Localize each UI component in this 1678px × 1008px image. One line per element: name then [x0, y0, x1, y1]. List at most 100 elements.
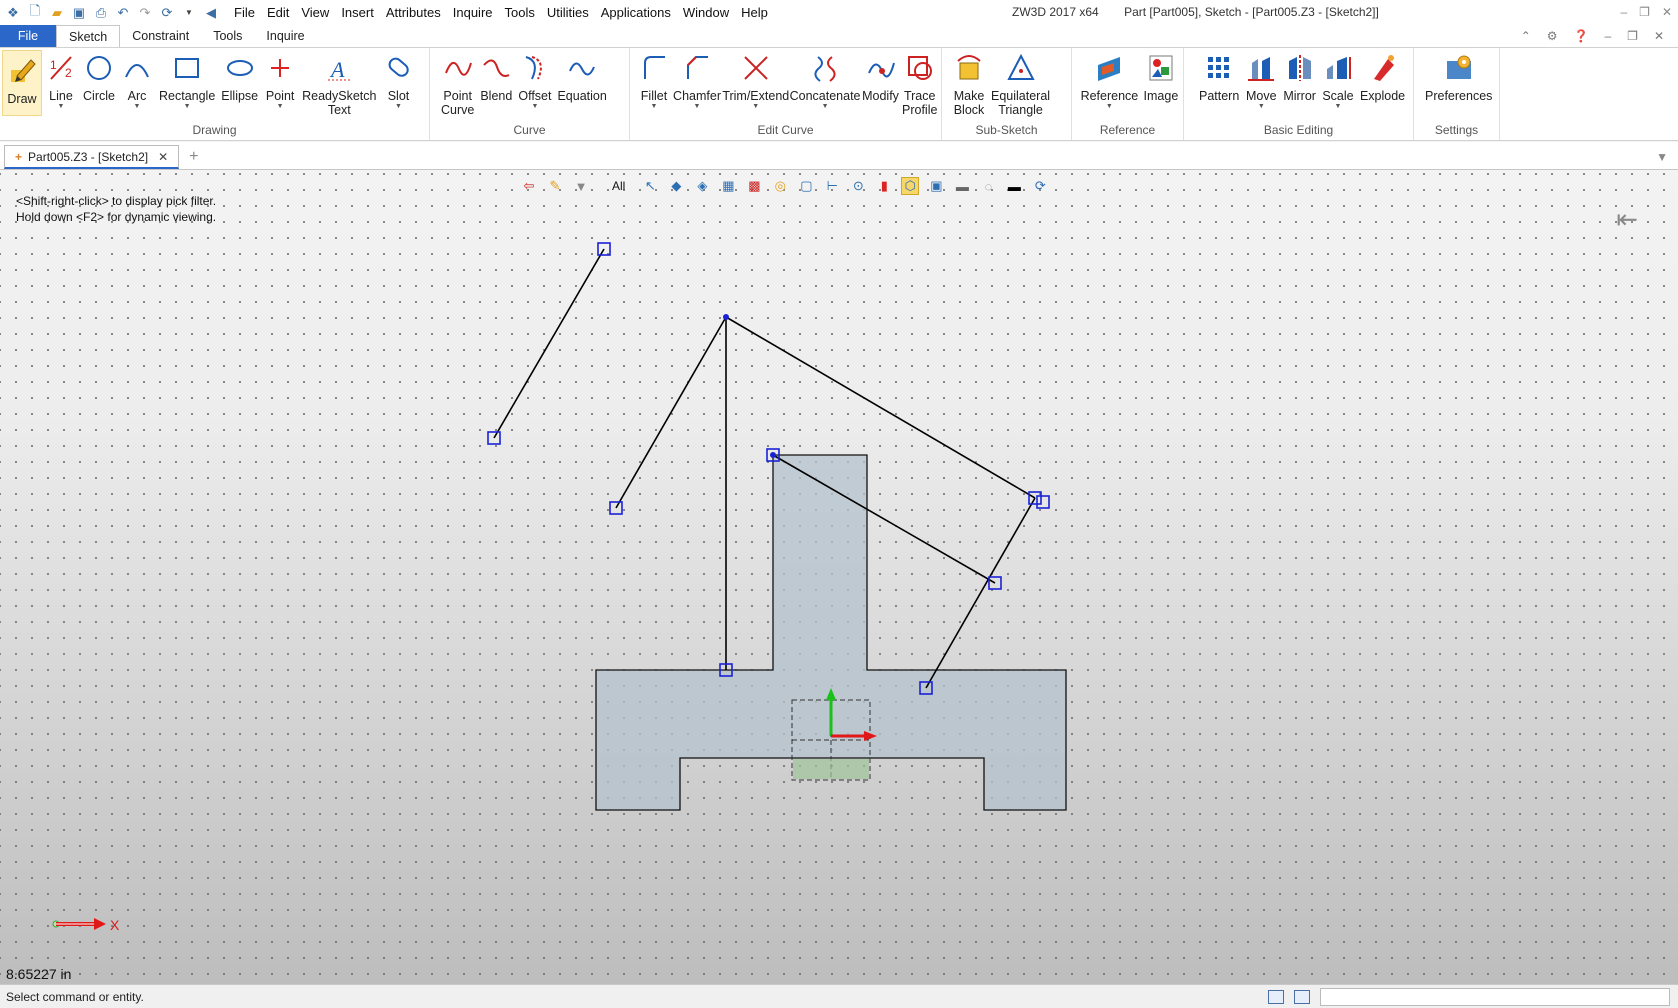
new-file-icon[interactable]: 🗋	[26, 3, 44, 22]
menu-help[interactable]: Help	[735, 0, 774, 25]
menu-attributes[interactable]: Attributes	[380, 0, 447, 25]
tab-constraint[interactable]: Constraint	[120, 25, 201, 47]
layout-toggle-icon[interactable]	[1268, 989, 1284, 1004]
tab-tools[interactable]: Tools	[201, 25, 254, 47]
concatenate-dropdown-icon[interactable]: ▼	[822, 103, 829, 111]
sketch-vertex[interactable]	[770, 452, 776, 458]
axis-x-label: X	[110, 917, 120, 933]
rectangle-icon	[171, 52, 203, 84]
menu-inquire[interactable]: Inquire	[447, 0, 499, 25]
doc-restore-icon[interactable]: ❐	[1627, 25, 1638, 47]
back-arrow-icon[interactable]: ◀	[202, 4, 220, 22]
menu-view[interactable]: View	[295, 0, 335, 25]
undo-icon[interactable]: ↶	[114, 4, 132, 22]
minimize-icon[interactable]: –	[1620, 0, 1627, 25]
svg-text:1: 1	[50, 58, 57, 72]
group-edit-curve: Fillet ▼ Chamfer ▼ Trim/Extend ▼ Concate…	[630, 48, 942, 140]
menu-bar: File Edit View Insert Attributes Inquire…	[228, 0, 774, 25]
svg-text:2: 2	[65, 66, 72, 80]
doc-close-icon[interactable]: ✕	[1654, 25, 1664, 47]
dropdown-arrow-icon[interactable]: ▼	[180, 4, 198, 22]
arc-dropdown-icon[interactable]: ▼	[134, 103, 141, 111]
refresh-icon[interactable]: ⟳	[158, 4, 176, 22]
document-tab-strip: + Part005.Z3 - [Sketch2] ✕ + ▼	[0, 142, 1678, 170]
title-bar: ❖ 🗋 ▰ ▣ ⎙ ↶ ↷ ⟳ ▼ ◀ File Edit View Inser…	[0, 0, 1678, 25]
construction-lines[interactable]	[493, 248, 1036, 689]
explode-label: Explode	[1359, 89, 1406, 103]
add-tab-icon[interactable]: +	[189, 145, 198, 169]
command-input[interactable]	[1320, 987, 1670, 1006]
blend-label: Blend	[480, 89, 513, 103]
tab-file[interactable]: File	[0, 25, 56, 47]
equation-label: Equation	[557, 89, 607, 103]
settings-gear-icon[interactable]: ⚙	[1547, 25, 1558, 47]
slot-dropdown-icon[interactable]: ▼	[395, 103, 402, 111]
tab-inquire[interactable]: Inquire	[254, 25, 316, 47]
menu-edit[interactable]: Edit	[261, 0, 295, 25]
move-icon	[1245, 52, 1277, 84]
sketch-canvas[interactable]: X	[0, 170, 1678, 984]
group-label-settings: Settings	[1434, 123, 1479, 137]
tab-sketch[interactable]: Sketch	[56, 25, 121, 47]
group-label-basic-editing: Basic Editing	[1263, 123, 1334, 137]
menu-tools[interactable]: Tools	[499, 0, 541, 25]
scale-dropdown-icon[interactable]: ▼	[1334, 103, 1341, 111]
move-dropdown-icon[interactable]: ▼	[1258, 103, 1265, 111]
save-icon[interactable]: ▣	[70, 4, 88, 22]
tab-list-icon[interactable]: ▼	[1656, 145, 1668, 169]
reference-icon	[1093, 52, 1125, 84]
draw-button[interactable]: Draw	[2, 50, 42, 116]
concatenate-icon	[809, 52, 841, 84]
menu-utilities[interactable]: Utilities	[541, 0, 595, 25]
open-folder-icon[interactable]: ▰	[48, 4, 66, 22]
slot-label: Slot	[387, 89, 410, 103]
document-title: Part [Part005], Sketch - [Part005.Z3 - […	[1124, 5, 1379, 19]
sketch-vertex[interactable]	[723, 314, 729, 320]
slot-icon	[382, 52, 414, 84]
collapse-ribbon-icon[interactable]: ⌃	[1521, 25, 1531, 47]
menu-window[interactable]: Window	[677, 0, 735, 25]
restore-icon[interactable]: ❐	[1639, 0, 1650, 25]
circle-label: Circle	[83, 89, 115, 103]
selection-handles[interactable]	[487, 242, 1050, 695]
point-dropdown-icon[interactable]: ▼	[277, 103, 284, 111]
fillet-label: Fillet	[640, 89, 668, 103]
app-version: ZW3D 2017 x64	[1012, 5, 1099, 19]
document-tab[interactable]: + Part005.Z3 - [Sketch2] ✕	[4, 145, 180, 169]
circle-icon	[83, 52, 115, 84]
redo-icon[interactable]: ↷	[136, 4, 154, 22]
line-dropdown-icon[interactable]: ▼	[58, 103, 65, 111]
scale-icon	[1322, 52, 1354, 84]
point-label: Point	[265, 89, 295, 103]
help-icon[interactable]: ❓	[1574, 25, 1589, 47]
menu-insert[interactable]: Insert	[335, 0, 380, 25]
text-icon: A	[323, 52, 355, 84]
graphics-viewport[interactable]: <Shift-right-click> to display pick filt…	[0, 170, 1678, 984]
close-icon[interactable]: ✕	[1662, 0, 1672, 25]
modify-icon	[865, 52, 897, 84]
close-tab-icon[interactable]: ✕	[158, 150, 168, 164]
trim-dropdown-icon[interactable]: ▼	[752, 103, 759, 111]
status-bar: Select command or entity.	[0, 984, 1678, 1008]
fillet-dropdown-icon[interactable]: ▼	[651, 103, 658, 111]
doc-minimize-icon[interactable]: –	[1604, 25, 1611, 47]
menu-file[interactable]: File	[228, 0, 261, 25]
make-block-label: Make Block	[953, 89, 985, 117]
chamfer-dropdown-icon[interactable]: ▼	[694, 103, 701, 111]
ellipse-icon	[224, 52, 256, 84]
equilateral-triangle-label: Equilateral Triangle	[991, 89, 1051, 117]
explode-icon	[1367, 52, 1399, 84]
offset-dropdown-icon[interactable]: ▼	[531, 103, 538, 111]
menu-applications[interactable]: Applications	[595, 0, 677, 25]
panel-toggle-icon[interactable]	[1294, 989, 1310, 1004]
ribbon-right-controls: ⌃ ⚙ ❓ – ❐ ✕	[1521, 25, 1678, 47]
reference-label: Reference	[1080, 89, 1139, 103]
modify-label: Modify	[862, 89, 899, 103]
point-curve-icon	[442, 52, 474, 84]
app-logo-icon[interactable]: ❖	[4, 4, 22, 22]
arc-icon	[121, 52, 153, 84]
print-icon[interactable]: ⎙	[92, 4, 110, 22]
reference-dropdown-icon[interactable]: ▼	[1106, 103, 1113, 111]
status-icons	[1268, 987, 1678, 1006]
rectangle-dropdown-icon[interactable]: ▼	[184, 103, 191, 111]
